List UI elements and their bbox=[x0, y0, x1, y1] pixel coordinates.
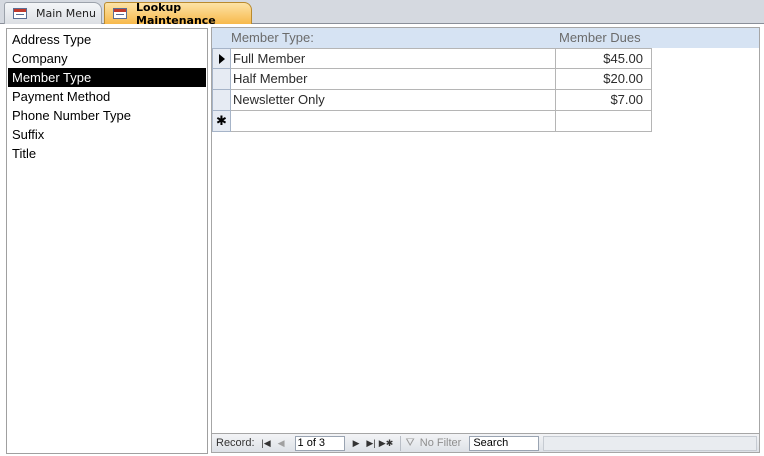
subform-header: Member Type: Member Dues bbox=[212, 28, 759, 48]
previous-record-icon[interactable]: ◀ bbox=[275, 436, 288, 451]
list-item-payment-method[interactable]: Payment Method bbox=[8, 87, 206, 106]
filter-label: No Filter bbox=[419, 437, 462, 449]
record-selector[interactable] bbox=[212, 69, 231, 90]
new-record-row: ✱ bbox=[212, 111, 652, 132]
record-selector[interactable]: ✱ bbox=[212, 111, 231, 132]
form-icon bbox=[113, 8, 127, 19]
record-selector[interactable] bbox=[212, 48, 231, 69]
horizontal-scrollbar[interactable] bbox=[543, 435, 757, 451]
member-dues-cell[interactable]: $20.00 bbox=[556, 69, 652, 90]
separator bbox=[399, 435, 401, 451]
tab-main-menu[interactable]: Main Menu bbox=[4, 2, 102, 24]
table-row: Full Member $45.00 bbox=[212, 48, 652, 69]
search-input[interactable]: Search bbox=[469, 435, 540, 451]
record-navigation-bar: Record: |◀ ◀ 1 of 3 ▶ ▶| ▶✱ ⛛ No Filter … bbox=[212, 433, 759, 452]
form-icon bbox=[13, 8, 27, 19]
member-type-cell[interactable]: Full Member bbox=[231, 48, 556, 69]
member-type-cell[interactable]: Newsletter Only bbox=[231, 90, 556, 111]
list-item-address-type[interactable]: Address Type bbox=[8, 30, 206, 49]
tab-label: Main Menu bbox=[36, 7, 96, 20]
new-record-icon[interactable]: ▶✱ bbox=[379, 436, 393, 451]
list-item-company[interactable]: Company bbox=[8, 49, 206, 68]
current-record-arrow-icon bbox=[218, 53, 225, 64]
table-row: Half Member $20.00 bbox=[212, 69, 652, 90]
member-dues-cell[interactable]: $7.00 bbox=[556, 90, 652, 111]
member-dues-column-header: Member Dues bbox=[559, 30, 641, 45]
member-type-column-header: Member Type: bbox=[231, 30, 314, 45]
last-record-icon[interactable]: ▶| bbox=[365, 436, 378, 451]
member-type-new-cell[interactable] bbox=[231, 111, 556, 132]
member-type-cell[interactable]: Half Member bbox=[231, 69, 556, 90]
member-type-subform: Member Type: Member Dues Full Member $45… bbox=[211, 27, 760, 453]
record-selector[interactable] bbox=[212, 90, 231, 111]
table-row: Newsletter Only $7.00 bbox=[212, 90, 652, 111]
member-dues-new-cell[interactable] bbox=[556, 111, 652, 132]
record-label: Record: bbox=[216, 437, 255, 449]
list-item-suffix[interactable]: Suffix bbox=[8, 125, 206, 144]
tab-lookup-maintenance[interactable]: Lookup Maintenance bbox=[104, 0, 252, 27]
lookup-maintenance-form: Address Type Company Member Type Payment… bbox=[0, 25, 764, 456]
list-item-title[interactable]: Title bbox=[8, 144, 206, 163]
new-record-asterisk-icon: ✱ bbox=[216, 113, 227, 129]
no-filter-button[interactable]: ⛛ No Filter bbox=[406, 437, 462, 450]
current-record-field[interactable]: 1 of 3 bbox=[294, 435, 345, 451]
lookup-type-list[interactable]: Address Type Company Member Type Payment… bbox=[6, 28, 208, 454]
datasheet-grid: Full Member $45.00 Half Member $20.00 Ne… bbox=[212, 48, 652, 132]
next-record-icon[interactable]: ▶ bbox=[350, 436, 363, 451]
document-tab-strip: Main Menu Lookup Maintenance bbox=[0, 0, 764, 27]
list-item-member-type[interactable]: Member Type bbox=[8, 68, 206, 87]
tab-label: Lookup Maintenance bbox=[136, 0, 216, 27]
filter-icon: ⛛ bbox=[405, 436, 415, 449]
list-item-phone-number-type[interactable]: Phone Number Type bbox=[8, 106, 206, 125]
first-record-icon[interactable]: |◀ bbox=[260, 436, 273, 451]
member-dues-cell[interactable]: $45.00 bbox=[556, 48, 652, 69]
